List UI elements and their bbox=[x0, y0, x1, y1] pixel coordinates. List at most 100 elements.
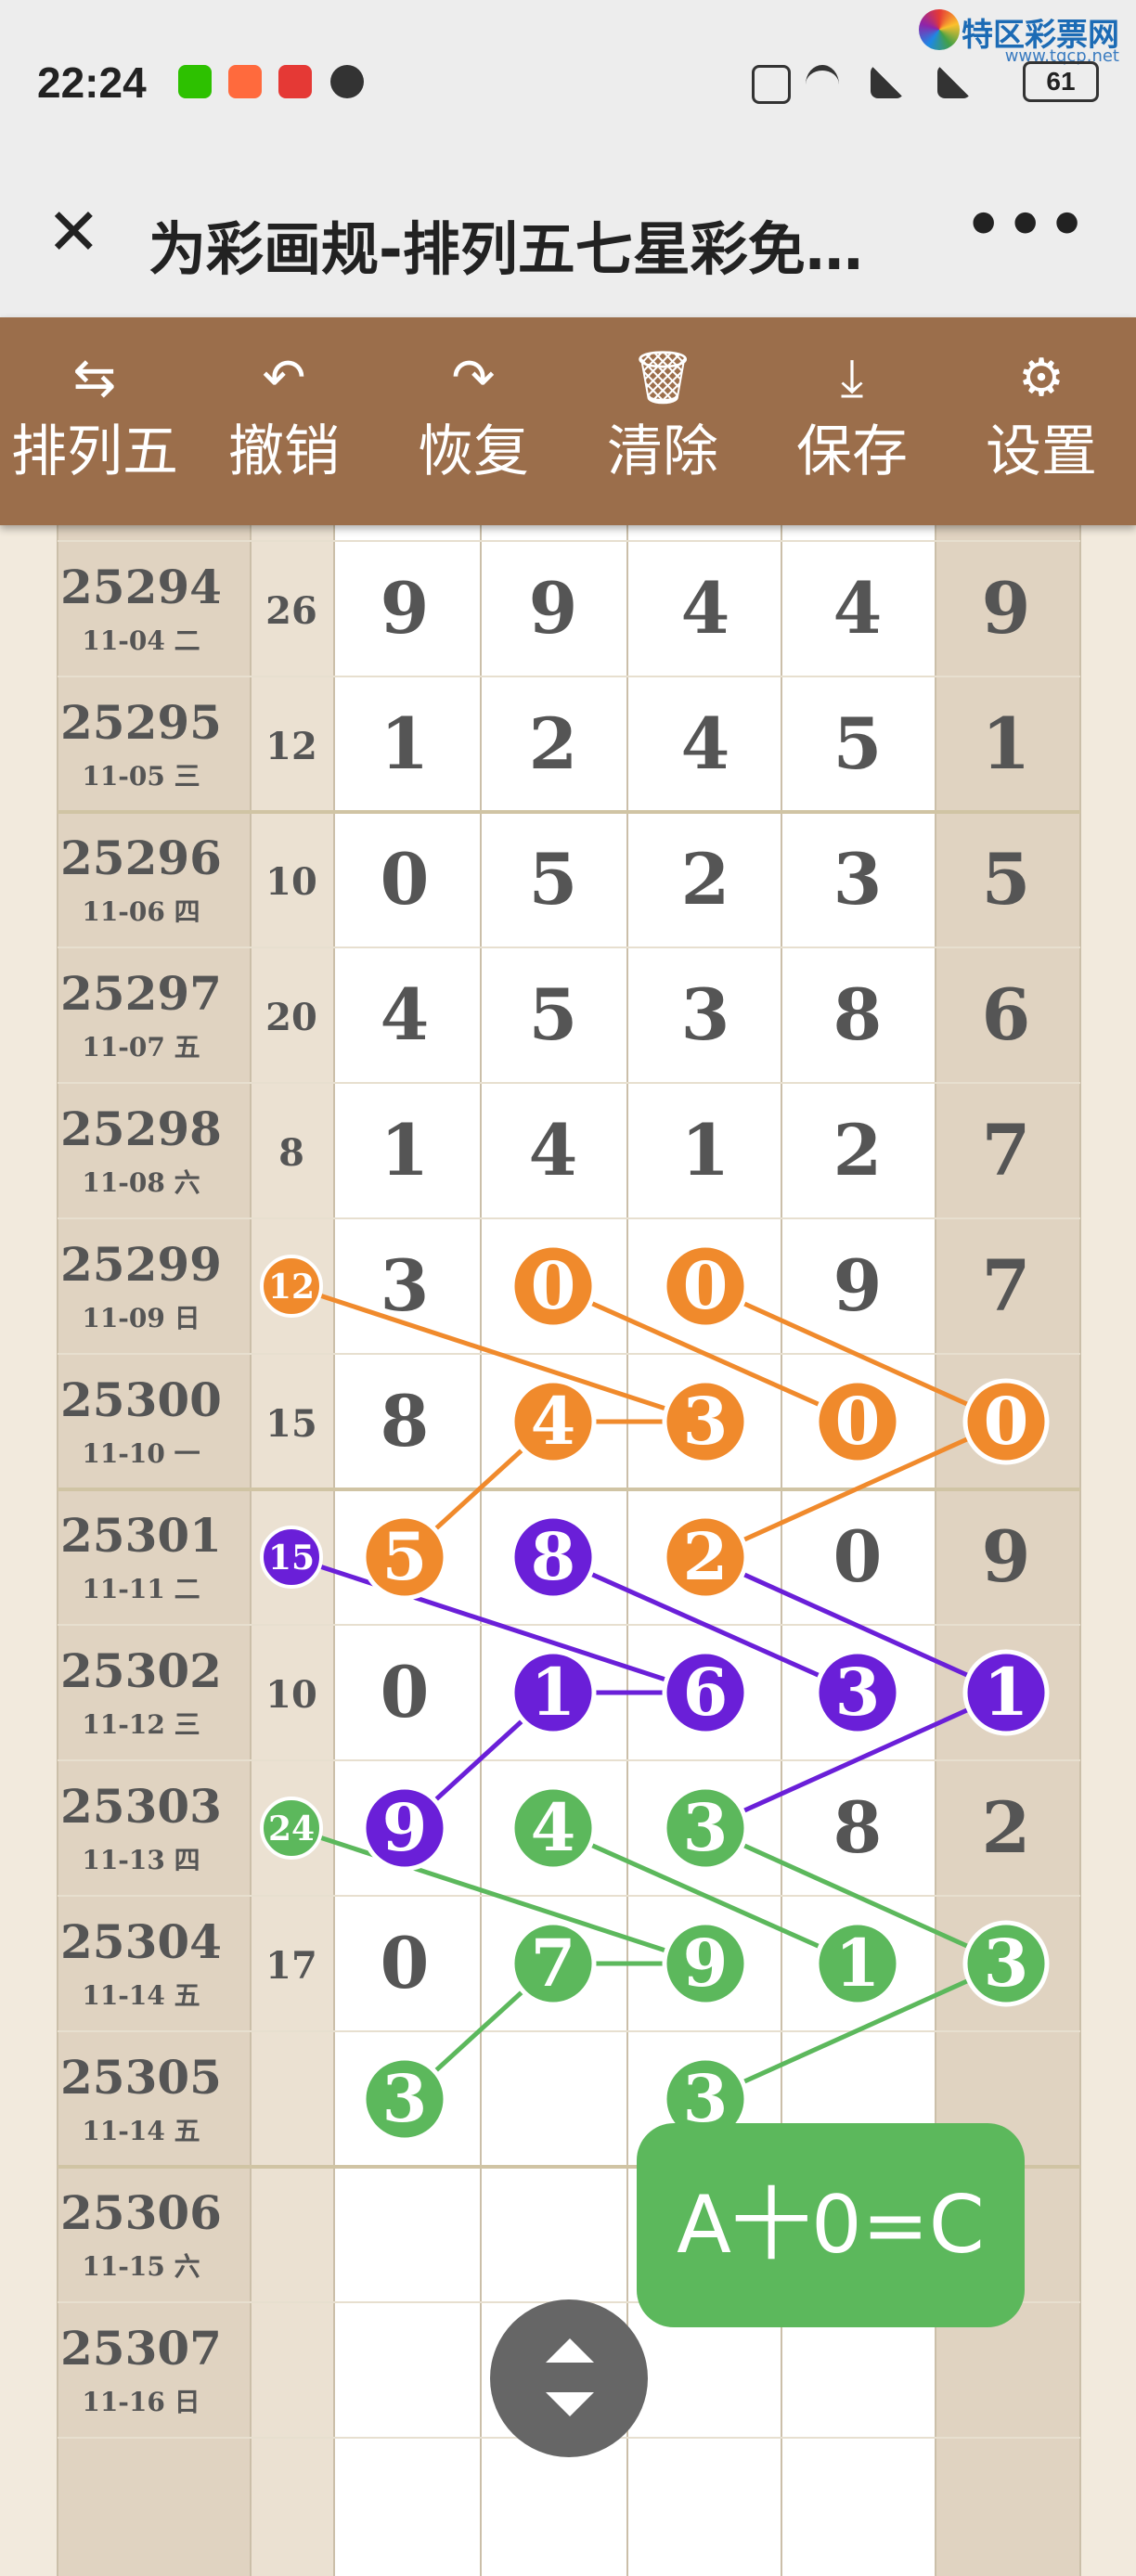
issue-date: 11-06 四 bbox=[82, 896, 200, 927]
issue-number: 25298 bbox=[60, 1101, 222, 1156]
more-menu-icon[interactable]: ••• bbox=[964, 191, 1090, 260]
digit-cell: 4 bbox=[681, 702, 730, 785]
digit-cell: 5 bbox=[833, 702, 883, 785]
digit-cell: 1 bbox=[681, 1109, 730, 1191]
digit-cell: 4 bbox=[833, 567, 883, 650]
issue-date: 11-14 五 bbox=[82, 1980, 200, 2011]
sum-marker-label: 24 bbox=[268, 1810, 315, 1848]
sum-value: 10 bbox=[265, 860, 317, 904]
digit-cell: 3 bbox=[681, 973, 730, 1056]
watermark-logo-icon bbox=[919, 9, 960, 50]
digit-cell: 3 bbox=[683, 1789, 729, 1866]
status-bar: 22:24 特区彩票网 www.tqcp.net 61 bbox=[0, 0, 1136, 167]
digit-cell: 9 bbox=[529, 567, 578, 650]
issue-date: 11-08 六 bbox=[82, 1167, 200, 1198]
chevron-up-icon bbox=[546, 2338, 594, 2363]
digit-cell: 8 bbox=[833, 1786, 883, 1869]
app-notification-icon bbox=[228, 65, 262, 98]
digit-cell: 5 bbox=[982, 838, 1031, 921]
trash-icon: 🗑 bbox=[629, 348, 696, 408]
issue-date: 11-16 日 bbox=[82, 2387, 200, 2417]
clear-button[interactable]: 🗑 清除 bbox=[568, 317, 757, 525]
digit-cell: 3 bbox=[835, 1654, 881, 1731]
digit-cell: 3 bbox=[683, 1383, 729, 1460]
digit-cell: 6 bbox=[683, 1654, 729, 1731]
app-notification-icon-2 bbox=[278, 65, 312, 98]
issue-number: 25296 bbox=[60, 831, 222, 885]
toolbar-label: 排列五 bbox=[11, 419, 178, 484]
sum-value: 17 bbox=[265, 1944, 317, 1988]
issue-date: 11-05 三 bbox=[82, 761, 200, 792]
digit-cell: 9 bbox=[382, 1789, 428, 1866]
swap-icon: ⇆ bbox=[72, 348, 117, 408]
digit-cell: 1 bbox=[982, 702, 1031, 785]
digit-cell: 4 bbox=[681, 567, 730, 650]
digit-cell: 0 bbox=[683, 1247, 729, 1324]
digit-cell: 7 bbox=[531, 1925, 576, 2002]
download-icon: ⤓ bbox=[840, 348, 864, 408]
issue-number: 25295 bbox=[60, 695, 222, 750]
page-title: 为彩画规-排列五七星彩免… bbox=[148, 215, 863, 283]
issue-date: 11-14 五 bbox=[82, 2116, 200, 2146]
sum-marker-label: 15 bbox=[268, 1539, 315, 1578]
digit-cell: 0 bbox=[381, 1922, 430, 2004]
digit-cell: 6 bbox=[982, 973, 1031, 1056]
toolbar-label: 保存 bbox=[796, 419, 908, 484]
sum-value: 12 bbox=[265, 725, 317, 768]
digit-cell: 4 bbox=[529, 1109, 578, 1191]
digit-cell: 7 bbox=[982, 1109, 1031, 1191]
sum-marker-label: 12 bbox=[268, 1268, 315, 1307]
digit-cell: 5 bbox=[529, 973, 578, 1056]
issue-number: 25303 bbox=[60, 1779, 222, 1834]
toolbar-label: 恢复 bbox=[418, 419, 529, 484]
digit-cell: 3 bbox=[984, 1925, 1029, 2002]
settings-button[interactable]: ⚙ 设置 bbox=[947, 317, 1136, 525]
digit-cell: 0 bbox=[381, 1651, 430, 1733]
nfc-icon bbox=[752, 65, 791, 104]
wifi-icon bbox=[806, 65, 839, 104]
digit-cell: 1 bbox=[381, 1109, 430, 1191]
issue-date: 11-13 四 bbox=[82, 1845, 200, 1875]
redo-icon: ↷ bbox=[451, 348, 496, 408]
issue-number: 25294 bbox=[60, 560, 222, 614]
digit-cell: 2 bbox=[683, 1518, 729, 1595]
formula-button[interactable]: A十0=C bbox=[637, 2123, 1025, 2327]
save-button[interactable]: ⤓ 保存 bbox=[757, 317, 947, 525]
gear-icon: ⚙ bbox=[1017, 348, 1065, 408]
close-icon[interactable]: ✕ bbox=[46, 200, 101, 264]
toolbar: ⇆ 排列五 ↶ 撤销 ↷ 恢复 🗑 清除 ⤓ 保存 ⚙ 设置 bbox=[0, 317, 1136, 525]
digit-cell: 4 bbox=[381, 973, 430, 1056]
undo-button[interactable]: ↶ 撤销 bbox=[189, 317, 379, 525]
digit-cell: 5 bbox=[382, 1518, 428, 1595]
toolbar-label: 撤销 bbox=[228, 419, 340, 484]
digit-cell: 3 bbox=[833, 838, 883, 921]
scroll-toggle-button[interactable] bbox=[490, 2299, 648, 2457]
digit-cell: 0 bbox=[531, 1247, 576, 1324]
issue-number: 25304 bbox=[60, 1914, 222, 1969]
issue-date: 11-12 三 bbox=[82, 1709, 200, 1740]
digit-cell: 1 bbox=[984, 1654, 1029, 1731]
chevron-down-icon bbox=[546, 2392, 594, 2416]
digit-cell: 2 bbox=[982, 1786, 1031, 1869]
issue-date: 11-11 二 bbox=[82, 1574, 200, 1604]
digit-cell: 2 bbox=[833, 1109, 883, 1191]
digit-cell: 0 bbox=[381, 838, 430, 921]
redo-button[interactable]: ↷ 恢复 bbox=[379, 317, 568, 525]
issue-number: 25297 bbox=[60, 966, 222, 1021]
digit-cell: 8 bbox=[833, 973, 883, 1056]
toolbar-switch-button[interactable]: ⇆ 排列五 bbox=[0, 317, 189, 525]
digit-cell: 4 bbox=[531, 1383, 576, 1460]
sum-value: 15 bbox=[265, 1402, 317, 1446]
issue-number: 25302 bbox=[60, 1643, 222, 1698]
issue-number: 25305 bbox=[60, 2050, 222, 2105]
digit-cell: 1 bbox=[381, 702, 430, 785]
sum-value: 8 bbox=[278, 1131, 304, 1175]
digit-cell: 7 bbox=[982, 1244, 1031, 1327]
digit-cell: 2 bbox=[681, 838, 730, 921]
digit-cell: 3 bbox=[382, 2060, 428, 2137]
sum-value: 26 bbox=[265, 589, 317, 633]
digit-cell: 9 bbox=[982, 1515, 1031, 1598]
issue-date: 11-09 日 bbox=[82, 1303, 200, 1333]
eye-icon bbox=[330, 65, 364, 98]
digit-cell: 0 bbox=[833, 1515, 883, 1598]
